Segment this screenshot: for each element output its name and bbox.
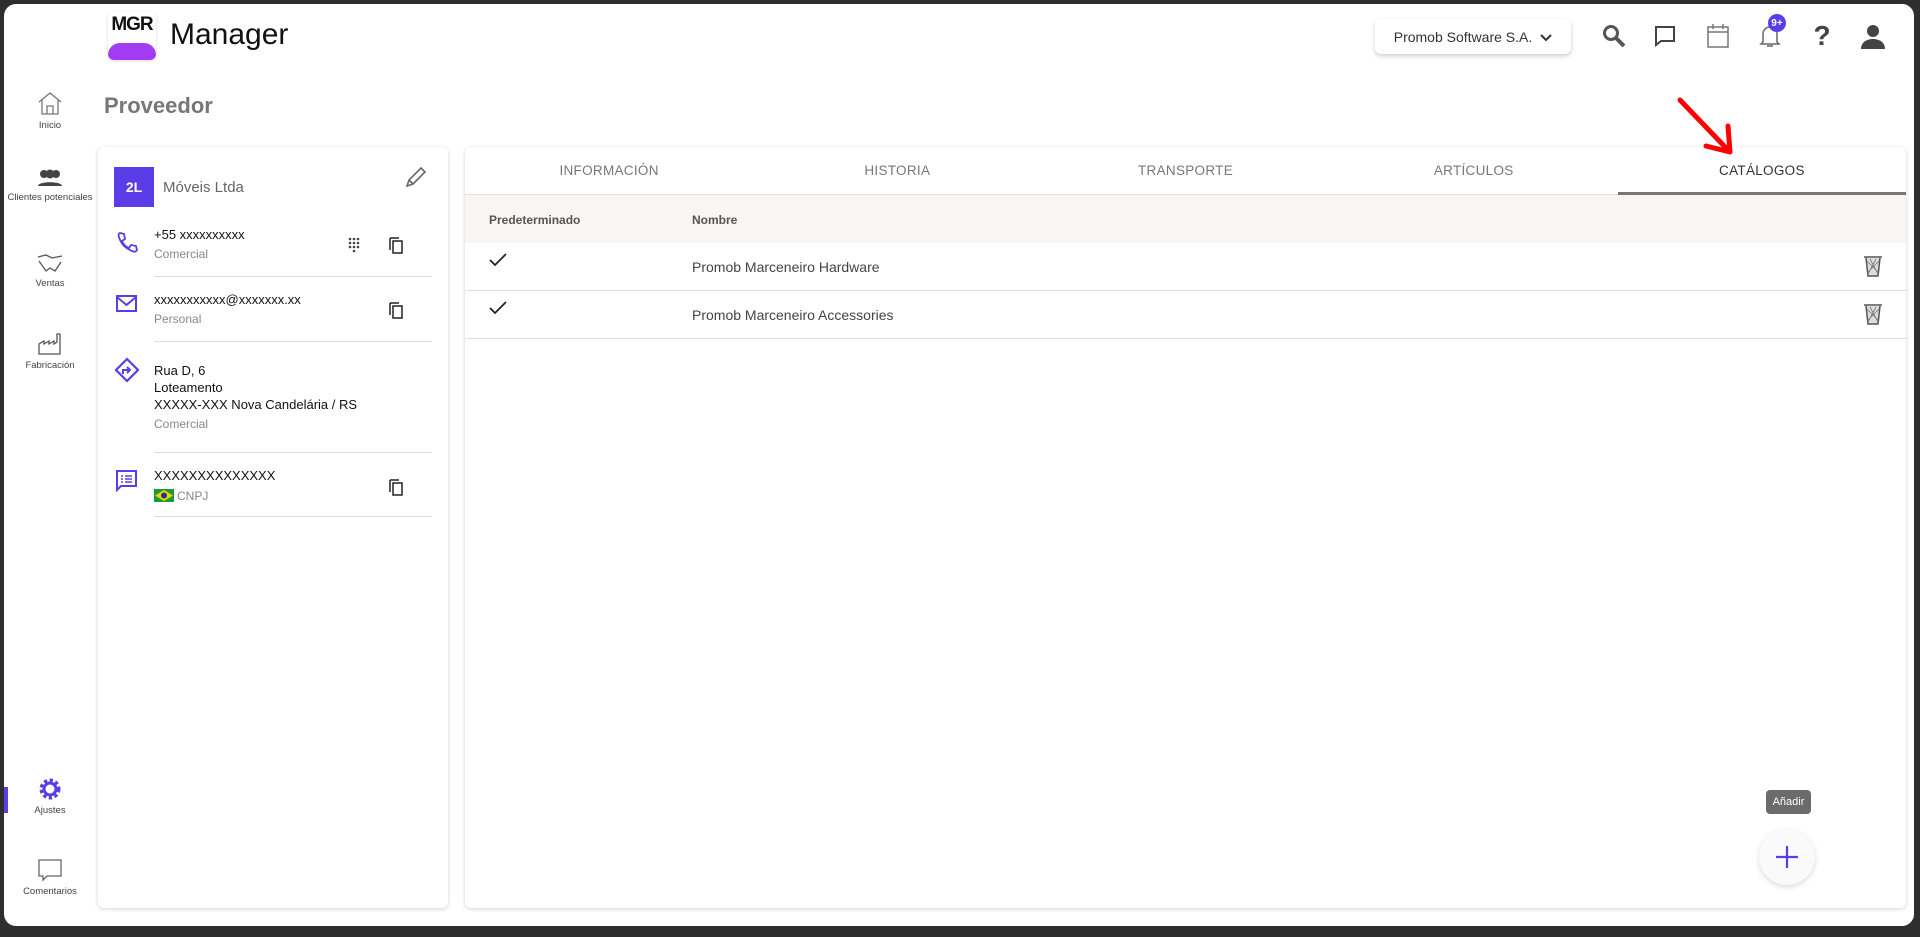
handshake-icon bbox=[37, 254, 63, 272]
address-line2: Loteamento bbox=[154, 380, 223, 395]
tab-articulos[interactable]: ARTÍCULOS bbox=[1330, 147, 1618, 194]
sidebar-item-clientes[interactable]: Clientes potenciales bbox=[4, 168, 96, 203]
directions-icon bbox=[114, 357, 140, 388]
divider bbox=[154, 452, 432, 453]
check-icon bbox=[489, 301, 507, 318]
address-type: Comercial bbox=[154, 417, 209, 431]
brazil-flag-icon bbox=[154, 489, 174, 502]
divider bbox=[154, 276, 432, 277]
document-type: CNPJ bbox=[177, 489, 209, 503]
copy-document-icon[interactable] bbox=[388, 478, 404, 501]
tab-transporte[interactable]: TRANSPORTE bbox=[1041, 147, 1329, 194]
gear-icon bbox=[39, 778, 61, 800]
sidebar-label: Ventas bbox=[35, 278, 65, 289]
document-value: XXXXXXXXXXXXXX bbox=[154, 468, 276, 483]
home-icon bbox=[38, 92, 62, 115]
email-icon bbox=[116, 295, 138, 318]
search-icon[interactable] bbox=[1598, 20, 1630, 52]
supplier-card: 2L Móveis Ltda +55 xxxxxxxxxx Comercial … bbox=[98, 147, 448, 908]
divider bbox=[154, 516, 432, 517]
phone-type: Comercial bbox=[154, 247, 209, 261]
help-icon[interactable]: ? bbox=[1806, 20, 1838, 52]
tab-catalogos[interactable]: CATÁLOGOS bbox=[1617, 147, 1907, 195]
supplier-name: Móveis Ltda bbox=[163, 179, 244, 196]
sidebar-label: Inicio bbox=[38, 120, 62, 131]
sidebar-item-inicio[interactable]: Inicio bbox=[4, 90, 96, 131]
company-selector[interactable]: Promob Software S.A. bbox=[1375, 19, 1571, 54]
chat-icon[interactable] bbox=[1649, 20, 1681, 52]
table-header: Predeterminado Nombre bbox=[465, 195, 1906, 243]
sidebar-label: Fabricación bbox=[25, 360, 75, 371]
email-value: xxxxxxxxxxx@xxxxxxx.xx bbox=[154, 292, 301, 307]
table-row[interactable]: Promob Marceneiro Accessories bbox=[465, 291, 1906, 339]
page-title: Proveedor bbox=[104, 93, 213, 118]
sidebar-item-ajustes[interactable]: Ajustes bbox=[4, 777, 96, 816]
red-arrow-annotation bbox=[1677, 97, 1733, 155]
phone-value: +55 xxxxxxxxxx bbox=[154, 227, 245, 242]
divider bbox=[154, 341, 432, 342]
app-name: Manager bbox=[170, 18, 289, 51]
add-tooltip: Añadir bbox=[1766, 790, 1811, 814]
column-predeterminado[interactable]: Predeterminado bbox=[489, 213, 580, 227]
factory-icon bbox=[38, 333, 61, 355]
address-line3: XXXXX-XXX Nova Candelária / RS bbox=[154, 397, 358, 412]
copy-phone-icon[interactable] bbox=[388, 236, 404, 259]
chevron-down-icon bbox=[1540, 29, 1552, 45]
email-type: Personal bbox=[154, 312, 202, 326]
sidebar-label: Comentarios bbox=[23, 886, 77, 897]
calendar-icon[interactable] bbox=[1702, 20, 1734, 52]
comment-icon bbox=[38, 859, 62, 882]
company-name: Promob Software S.A. bbox=[1393, 28, 1533, 45]
table-row[interactable]: Promob Marceneiro Hardware bbox=[465, 243, 1906, 291]
tab-historia[interactable]: HISTORIA bbox=[753, 147, 1041, 194]
sidebar-label: Clientes potenciales bbox=[7, 192, 93, 203]
notifications-bell-icon[interactable]: 9+ bbox=[1754, 14, 1786, 52]
dialpad-icon[interactable] bbox=[348, 237, 362, 260]
sidebar-item-fabricacion[interactable]: Fabricación bbox=[4, 332, 96, 371]
user-avatar-icon[interactable] bbox=[1857, 20, 1889, 52]
catalog-name: Promob Marceneiro Hardware bbox=[692, 259, 880, 275]
copy-email-icon[interactable] bbox=[388, 301, 404, 324]
add-button[interactable] bbox=[1759, 829, 1815, 885]
check-icon bbox=[489, 253, 507, 270]
trash-icon[interactable] bbox=[1863, 255, 1883, 280]
supplier-avatar: 2L bbox=[114, 167, 154, 207]
notification-badge: 9+ bbox=[1768, 14, 1786, 32]
app-logo[interactable]: MGR bbox=[108, 12, 156, 60]
catalog-name: Promob Marceneiro Accessories bbox=[692, 307, 894, 323]
plus-icon bbox=[1776, 846, 1798, 868]
sidebar-item-comentarios[interactable]: Comentarios bbox=[4, 858, 96, 897]
column-nombre[interactable]: Nombre bbox=[692, 213, 737, 227]
document-icon bbox=[116, 470, 138, 497]
people-icon bbox=[38, 169, 62, 186]
edit-pencil-icon[interactable] bbox=[404, 165, 428, 194]
sidebar-label: Ajustes bbox=[34, 805, 66, 816]
phone-icon bbox=[116, 231, 138, 258]
sidebar-item-ventas[interactable]: Ventas bbox=[4, 252, 96, 289]
tab-informacion[interactable]: INFORMACIÓN bbox=[465, 147, 753, 194]
address-line1: Rua D, 6 bbox=[154, 363, 206, 378]
tabs-panel: INFORMACIÓN HISTORIA TRANSPORTE ARTÍCULO… bbox=[465, 147, 1907, 908]
trash-icon[interactable] bbox=[1863, 303, 1883, 328]
